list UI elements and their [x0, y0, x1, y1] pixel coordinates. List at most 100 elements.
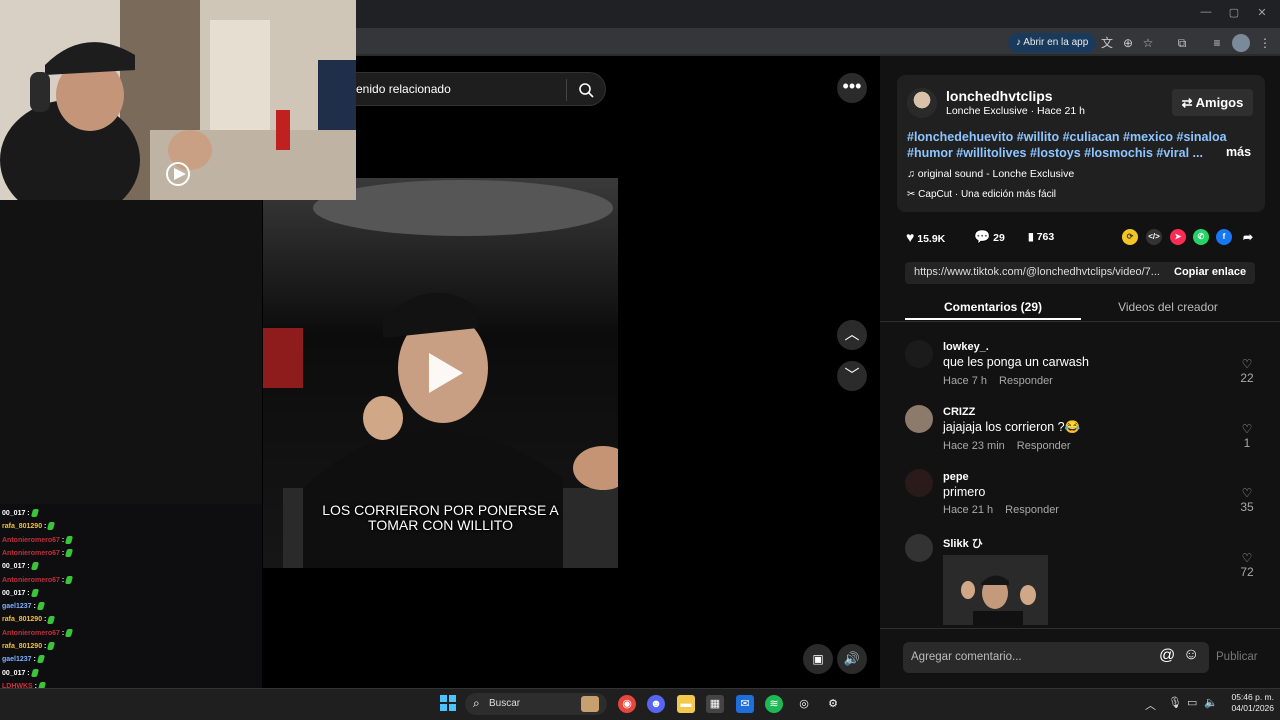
video-link[interactable]: https://www.tiktok.com/@lonchedhvtclips/… [914, 266, 1160, 278]
share-arrow-icon[interactable]: ➦ [1240, 229, 1256, 245]
chat-username[interactable]: Antonieromero67 [2, 630, 60, 637]
search-input[interactable]: enido relacionado [356, 82, 451, 96]
tray-chevron-icon[interactable]: ︿ [1145, 697, 1156, 713]
next-video-button[interactable]: ﹀ [837, 361, 867, 391]
open-in-app-button[interactable]: ♪ Abrir en la app [1008, 33, 1097, 53]
save-button[interactable]: ▮ 763 [1028, 229, 1054, 245]
chat-username[interactable]: rafa_801290 [2, 643, 42, 650]
microphone-icon[interactable]: 🎙 [1168, 696, 1182, 709]
mention-icon[interactable]: @ [1159, 647, 1175, 665]
comment-image-thumbnail[interactable] [943, 555, 1048, 625]
search-bar[interactable]: enido relacionado [356, 72, 606, 106]
comment-time: Hace 23 min [943, 440, 1005, 452]
chat-username[interactable]: Antonieromero67 [2, 577, 60, 584]
post-hashtags[interactable]: #lonchedehuevito #willito #culiacan #mex… [907, 129, 1227, 161]
chat-username[interactable]: rafa_801290 [2, 523, 42, 530]
commenter-avatar[interactable] [905, 534, 933, 562]
bookmark-star-icon[interactable]: ☆ [1139, 34, 1157, 52]
commenter-name[interactable]: lowkey_. [943, 341, 989, 353]
reply-button[interactable]: Responder [1005, 504, 1059, 516]
comment-button[interactable]: 💬 29 [974, 229, 1005, 245]
creator-avatar[interactable] [907, 88, 937, 118]
speaker-icon[interactable]: 🔈 [1204, 696, 1218, 709]
taskbar-clock[interactable]: 05:46 p. m. 04/01/2026 [1222, 692, 1274, 714]
volume-icon[interactable]: 🔊 [837, 644, 867, 674]
comment-like-button[interactable]: ♡ 1 [1236, 422, 1258, 450]
comment-like-button[interactable]: ♡ 35 [1236, 486, 1258, 514]
close-window-button[interactable]: ✕ [1252, 6, 1272, 22]
sound-label[interactable]: original sound - Lonche Exclusive [918, 168, 1074, 180]
tab-comments[interactable]: Comentarios (29) [905, 300, 1081, 320]
windows-start-icon[interactable] [440, 695, 456, 711]
tab-creator-videos[interactable]: Videos del creador [1080, 300, 1256, 320]
previous-video-button[interactable]: ︿ [837, 320, 867, 350]
whatsapp-icon[interactable]: ✆ [1193, 229, 1209, 245]
mail-icon[interactable]: ✉ [736, 695, 754, 713]
comment-text: jajajaja los corrieron ?😂 [943, 420, 1081, 434]
search-icon[interactable] [578, 82, 594, 98]
emote-icon [30, 588, 39, 597]
store-icon[interactable]: ▦ [706, 695, 724, 713]
facebook-icon[interactable]: f [1216, 229, 1232, 245]
extensions-icon[interactable]: ⧉ [1173, 34, 1191, 52]
creator-username[interactable]: lonchedhvtclips [946, 88, 1053, 104]
spotify-icon[interactable]: ≋ [765, 695, 783, 713]
publish-button[interactable]: Publicar [1216, 651, 1258, 663]
embed-icon[interactable]: </> [1146, 229, 1162, 245]
chat-username[interactable]: 00_017 [2, 510, 25, 517]
file-explorer-icon[interactable]: ▬ [677, 695, 695, 713]
capcut-row[interactable]: ✂ CapCut · Una edición más fácil [907, 189, 1056, 200]
reply-button[interactable]: Responder [999, 375, 1053, 387]
chat-username[interactable]: 00_017 [2, 670, 25, 677]
game-icon[interactable]: ◎ [795, 695, 813, 713]
minimize-button[interactable]: — [1196, 6, 1216, 22]
comment-input-bar[interactable]: Agregar comentario... @ ☺ [903, 642, 1209, 673]
settings-icon[interactable]: ⚙ [824, 695, 842, 713]
chat-username[interactable]: 00_017 [2, 563, 25, 570]
chrome-icon[interactable]: ◉ [618, 695, 636, 713]
commenter-avatar[interactable] [905, 405, 933, 433]
commenter-name[interactable]: Slikk ひ [943, 535, 983, 551]
chat-username[interactable]: gael1237 [2, 603, 32, 610]
comment-like-button[interactable]: ♡ 22 [1236, 357, 1258, 385]
comment-input[interactable]: Agregar comentario... [911, 651, 1022, 663]
reply-button[interactable]: Responder [1017, 440, 1071, 452]
commenter-avatar[interactable] [905, 340, 933, 368]
capcut-icon: ✂ [907, 189, 919, 200]
commenter-name[interactable]: pepe [943, 471, 969, 483]
comment-like-button[interactable]: ♡ 72 [1236, 551, 1258, 579]
chat-username[interactable]: Antonieromero67 [2, 550, 60, 557]
commenter-name[interactable]: CRIZZ [943, 406, 975, 418]
more-options-button[interactable]: ••• [837, 73, 867, 103]
profile-avatar[interactable] [1232, 34, 1250, 52]
hashtags-line-1[interactable]: #lonchedehuevito #willito #culiacan #mex… [907, 129, 1227, 145]
comment-count: 29 [993, 232, 1005, 244]
network-icon[interactable]: ▭ [1187, 696, 1197, 709]
miniplayer-icon[interactable]: ▣ [803, 644, 833, 674]
send-icon[interactable]: ➤ [1170, 229, 1186, 245]
discord-icon[interactable]: ☻ [647, 695, 665, 713]
chat-username[interactable]: Antonieromero67 [2, 537, 60, 544]
taskbar-search[interactable]: ⌕ Buscar [465, 693, 607, 715]
menu-kebab-icon[interactable]: ⋮ [1256, 34, 1274, 52]
repost-icon[interactable]: ⟳ [1122, 229, 1138, 245]
hashtags-line-2[interactable]: #humor #willitolives #lostoys #losmochis… [907, 145, 1227, 161]
zoom-icon[interactable]: ⊕ [1119, 34, 1137, 52]
chat-username[interactable]: rafa_801290 [2, 616, 42, 623]
copy-link-button[interactable]: Copiar enlace [1174, 266, 1246, 278]
chat-message: Antonieromero67 : [2, 547, 74, 560]
like-button[interactable]: ♥ 15.9K [906, 229, 945, 245]
sound-row[interactable]: ♫ original sound - Lonche Exclusive [907, 168, 1074, 180]
play-icon[interactable] [425, 351, 465, 395]
chat-username[interactable]: 00_017 [2, 590, 25, 597]
translate-icon[interactable]: 文 [1098, 34, 1116, 52]
chat-message: Antonieromero67 : [2, 627, 74, 640]
media-control-icon[interactable]: ≡ [1208, 34, 1226, 52]
chat-username[interactable]: gael1237 [2, 656, 32, 663]
maximize-button[interactable]: ▢ [1224, 6, 1244, 22]
capcut-label[interactable]: CapCut · Una edición más fácil [918, 189, 1056, 200]
friends-button[interactable]: ⇄ Amigos [1172, 89, 1253, 116]
commenter-avatar[interactable] [905, 469, 933, 497]
more-button[interactable]: más [1226, 145, 1251, 159]
emoji-icon[interactable]: ☺ [1183, 646, 1199, 664]
